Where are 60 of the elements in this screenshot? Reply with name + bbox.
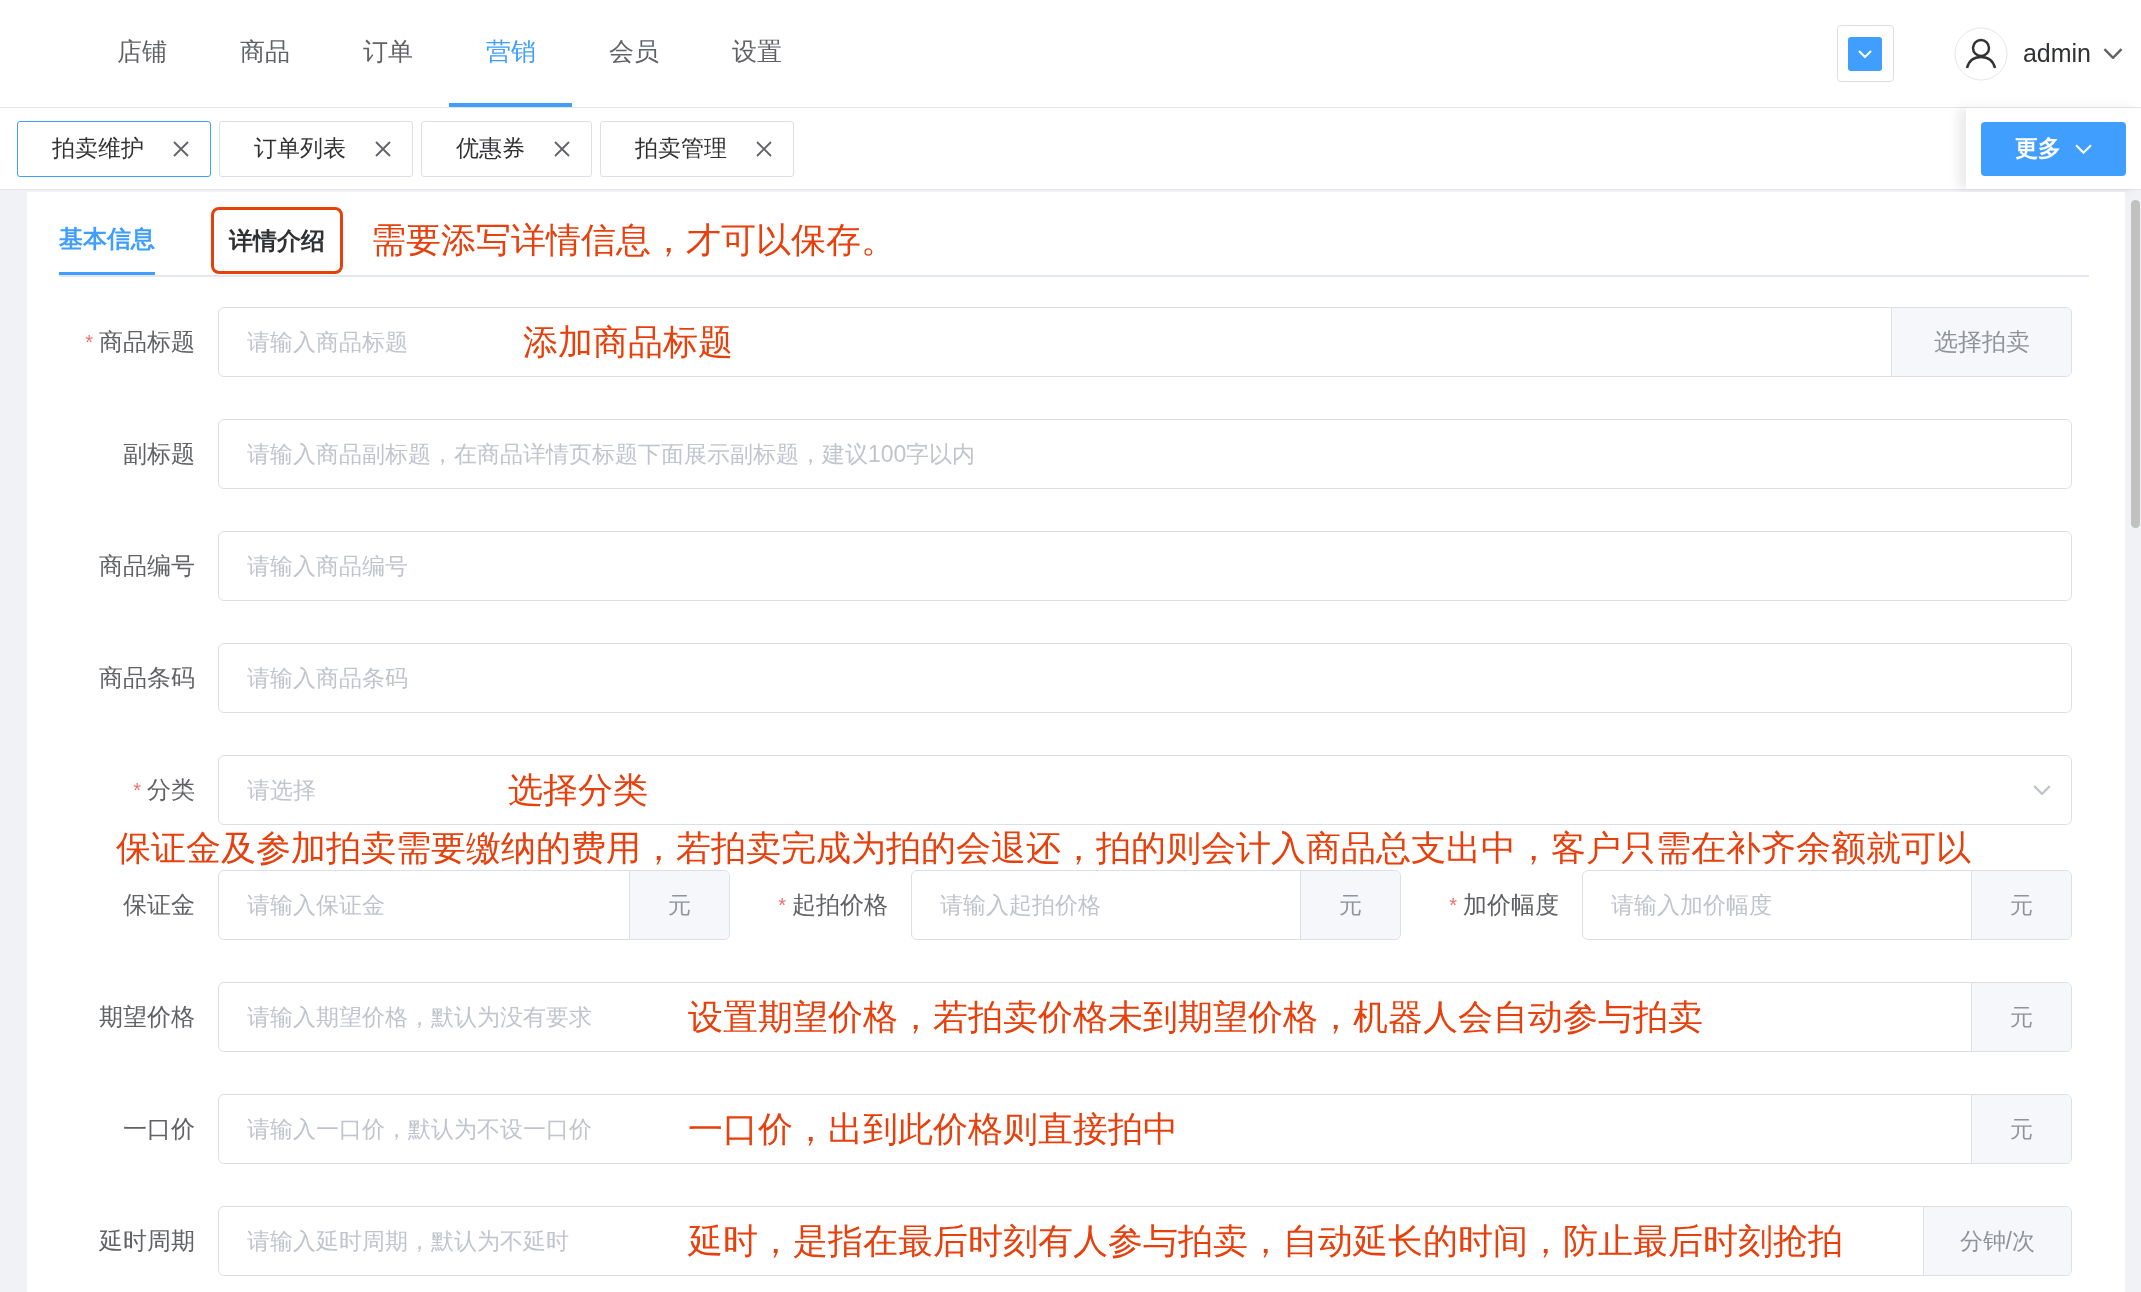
- nav-tab[interactable]: 会员: [572, 0, 695, 107]
- tag-label: 优惠券: [456, 134, 525, 164]
- tag-label: 拍卖管理: [635, 134, 727, 164]
- page-tag[interactable]: 优惠券: [421, 120, 592, 177]
- field-label: 副标题: [123, 439, 195, 469]
- unit-addon: 元: [1971, 1095, 2071, 1163]
- annotation-text: 保证金及参加拍卖需要缴纳的费用，若拍卖完成为拍的会退还，拍的则会计入商品总支出中，客户只需在补齐余额就可以: [116, 827, 1972, 869]
- chevron-down-icon: [1848, 36, 1883, 71]
- tag-label: 拍卖维护: [52, 134, 144, 164]
- close-icon[interactable]: [374, 139, 392, 158]
- scrollbar-thumb[interactable]: [2131, 200, 2140, 528]
- close-icon[interactable]: [172, 139, 190, 158]
- close-icon[interactable]: [553, 139, 571, 158]
- close-icon[interactable]: [755, 139, 773, 158]
- chevron-down-icon: [2103, 48, 2123, 59]
- required-asterisk: *: [85, 330, 93, 355]
- required-asterisk: *: [778, 893, 786, 918]
- annotation-text: 设置期望价格，若拍卖价格未到期望价格，机器人会自动参与拍卖: [688, 996, 1703, 1038]
- text-input[interactable]: 请输入保证金: [219, 871, 629, 939]
- nav-tab[interactable]: 订单: [326, 0, 449, 107]
- text-input[interactable]: 请输入起拍价格: [912, 871, 1300, 939]
- annotation-text: 一口价，出到此价格则直接拍中: [688, 1108, 1178, 1150]
- text-input[interactable]: 请输入商品条码: [218, 643, 2072, 713]
- annotation-text: 延时，是指在最后时刻有人参与拍卖，自动延长的时间，防止最后时刻抢拍: [688, 1220, 1843, 1262]
- field-label: 商品条码: [99, 663, 195, 693]
- field-label: 保证金: [123, 890, 195, 920]
- text-input[interactable]: 请输入加价幅度: [1583, 871, 1971, 939]
- unit-addon: 元: [629, 871, 729, 939]
- annotation-text: 添加商品标题: [523, 321, 733, 363]
- required-asterisk: *: [133, 778, 141, 803]
- page-tag[interactable]: 拍卖管理: [600, 120, 794, 177]
- nav-tab[interactable]: 商品: [203, 0, 326, 107]
- user-avatar-icon: [1953, 26, 2008, 81]
- tag-label: 订单列表: [254, 134, 346, 164]
- field-label: 延时周期: [99, 1226, 195, 1256]
- chevron-down-icon: [2033, 785, 2051, 795]
- field-label: 期望价格: [99, 1002, 195, 1032]
- dropdown-toggle-button[interactable]: [1836, 25, 1894, 82]
- form-tab[interactable]: 详情介绍: [229, 210, 325, 271]
- field-label: 起拍价格: [792, 890, 888, 920]
- page-tag[interactable]: 订单列表: [219, 120, 413, 177]
- annotation-text: 选择分类: [508, 769, 648, 811]
- chevron-down-icon: [2075, 143, 2092, 154]
- user-name[interactable]: admin: [2022, 34, 2091, 73]
- required-asterisk: *: [1449, 893, 1457, 918]
- text-input[interactable]: 请输入商品副标题，在商品详情页标题下面展示副标题，建议100字以内: [218, 419, 2072, 489]
- annotation-text: 需要添写详情信息，才可以保存。: [371, 219, 896, 262]
- field-label: 商品编号: [99, 551, 195, 581]
- unit-addon: 分钟/次: [1922, 1207, 2071, 1275]
- field-label: 商品标题: [99, 327, 195, 357]
- field-label: 分类: [147, 775, 195, 805]
- unit-addon: 元: [1971, 871, 2071, 939]
- nav-tab[interactable]: 设置: [695, 0, 818, 107]
- field-label: 加价幅度: [1463, 890, 1559, 920]
- field-label: 一口价: [123, 1114, 195, 1144]
- nav-tab[interactable]: 店铺: [80, 0, 203, 107]
- page-tag[interactable]: 拍卖维护: [17, 120, 211, 177]
- unit-addon: 元: [1300, 871, 1400, 939]
- text-input[interactable]: 请输入商品编号: [218, 531, 2072, 601]
- unit-addon: 元: [1971, 983, 2071, 1051]
